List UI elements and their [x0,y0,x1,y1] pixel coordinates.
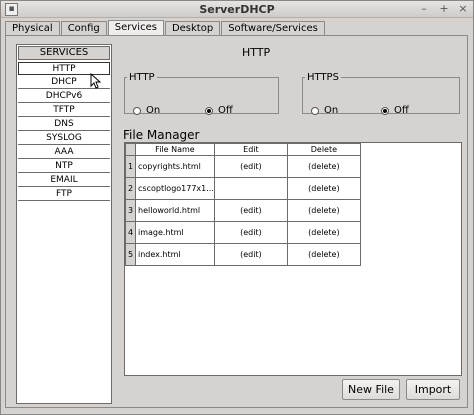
edit-link[interactable]: (edit) [213,199,288,222]
delete-link[interactable]: (delete) [286,177,361,200]
services-panel: SERVICES HTTP DHCP DHCPv6 TFTP DNS SYSLO… [5,35,468,408]
file-manager-label: File Manager [123,128,200,142]
edit-link[interactable]: (edit) [213,221,288,244]
column-header-delete[interactable]: Delete [286,143,361,156]
server-window: ▪ ServerDHCP – + × Physical Config Servi… [0,0,474,415]
file-manager-table: File Name Edit Delete 1 copyrights.html … [124,142,462,376]
radio-off-indicator [311,106,319,115]
tab-services[interactable]: Services [107,20,164,36]
https-off-radio[interactable]: Off [381,105,409,116]
edit-link[interactable]: (edit) [213,155,288,178]
file-name-cell[interactable]: index.html [135,243,215,266]
sidebar-item-ntp[interactable]: NTP [18,160,110,173]
sidebar-item-dns[interactable]: DNS [18,118,110,131]
sidebar-item-syslog[interactable]: SYSLOG [18,132,110,145]
page-title: HTTP [242,46,271,59]
close-icon[interactable]: × [456,2,470,16]
row-number: 5 [125,243,136,266]
new-file-button[interactable]: New File [342,379,400,400]
sidebar-item-email[interactable]: EMAIL [18,174,110,187]
minimize-icon[interactable]: – [417,2,431,16]
table-row[interactable]: 2 cscoptlogo177x1... (delete) [125,177,361,200]
tab-software-services[interactable]: Software/Services [221,21,325,36]
row-number: 4 [125,221,136,244]
file-name-cell[interactable]: image.html [135,221,215,244]
table-row[interactable]: 1 copyrights.html (edit) (delete) [125,155,361,178]
https-on-radio[interactable]: On [311,105,338,116]
sidebar-header: SERVICES [18,46,110,60]
http-group: HTTP On Off [124,72,279,116]
https-group-legend: HTTPS [307,72,339,83]
tab-desktop[interactable]: Desktop [164,21,221,36]
row-number: 3 [125,199,136,222]
file-name-cell[interactable]: helloworld.html [135,199,215,222]
maximize-icon[interactable]: + [437,2,451,16]
radio-off-indicator [133,106,141,115]
tab-config[interactable]: Config [60,21,107,36]
edit-link [213,177,288,200]
https-off-label: Off [394,105,409,116]
delete-link[interactable]: (delete) [286,243,361,266]
radio-on-indicator [381,106,389,115]
http-off-radio[interactable]: Off [205,105,233,116]
sidebar-item-ftp[interactable]: FTP [18,188,110,201]
delete-link[interactable]: (delete) [286,155,361,178]
row-number-header [125,143,136,156]
sidebar-item-dhcpv6[interactable]: DHCPv6 [18,90,110,103]
window-title: ServerDHCP [199,3,275,16]
row-number: 1 [125,155,136,178]
http-off-label: Off [218,105,233,116]
sidebar-item-tftp[interactable]: TFTP [18,104,110,117]
column-header-edit[interactable]: Edit [213,143,288,156]
http-group-legend: HTTP [129,72,155,83]
https-on-label: On [324,105,339,116]
file-name-cell[interactable]: cscoptlogo177x1... [135,177,215,200]
table-header-row: File Name Edit Delete [125,143,361,156]
services-sidebar: SERVICES HTTP DHCP DHCPv6 TFTP DNS SYSLO… [16,44,112,404]
tab-physical[interactable]: Physical [5,21,60,36]
column-header-file-name[interactable]: File Name [135,143,215,156]
delete-link[interactable]: (delete) [286,199,361,222]
mouse-cursor-icon [90,73,102,89]
edit-link[interactable]: (edit) [213,243,288,266]
http-on-label: On [146,105,161,116]
sidebar-item-aaa[interactable]: AAA [18,146,110,159]
radio-on-indicator [205,106,213,115]
delete-link[interactable]: (delete) [286,221,361,244]
https-group: HTTPS On Off [302,72,460,116]
table-row[interactable]: 3 helloworld.html (edit) (delete) [125,199,361,222]
table-row[interactable]: 4 image.html (edit) (delete) [125,221,361,244]
http-on-radio[interactable]: On [133,105,160,116]
tab-bar: Physical Config Services Desktop Softwar… [5,20,326,36]
table-row[interactable]: 5 index.html (edit) (delete) [125,243,361,266]
import-button[interactable]: Import [406,379,460,400]
title-bar[interactable]: ▪ ServerDHCP – + × [1,1,473,18]
row-number: 2 [125,177,136,200]
file-name-cell[interactable]: copyrights.html [135,155,215,178]
